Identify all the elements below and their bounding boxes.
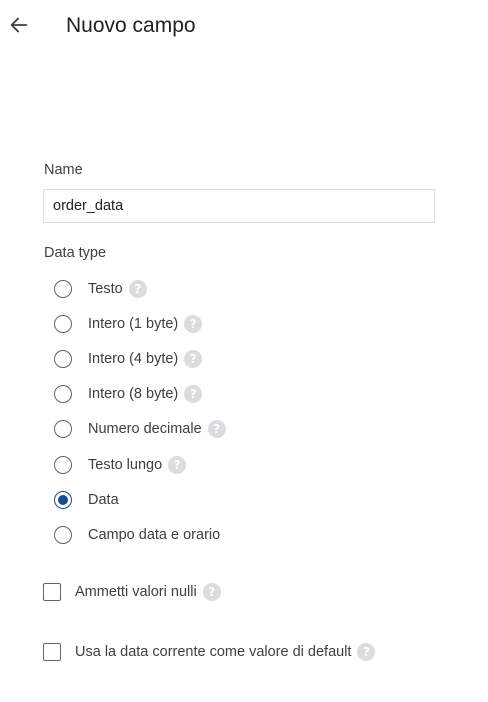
default-current-date-option[interactable]: Usa la data corrente come valore di defa… <box>43 643 376 661</box>
radio-button[interactable] <box>54 525 72 544</box>
default-current-date-checkbox[interactable] <box>43 643 61 661</box>
radio-label: Data <box>88 491 119 508</box>
help-icon[interactable]: ? <box>357 643 376 661</box>
radio-label: Numero decimale <box>88 421 202 438</box>
radio-option-intero-8-byte[interactable]: Intero (8 byte) ? <box>54 377 474 412</box>
radio-label: Testo <box>88 280 123 297</box>
help-icon[interactable]: ? <box>184 349 203 368</box>
radio-button[interactable] <box>54 314 72 333</box>
radio-label: Intero (4 byte) <box>88 350 179 367</box>
help-icon[interactable]: ? <box>184 385 203 404</box>
radio-option-numero-decimale[interactable]: Numero decimale ? <box>54 412 474 447</box>
radio-label: Campo data e orario <box>88 526 221 543</box>
name-label: Name <box>44 162 83 178</box>
arrow-left-icon <box>10 17 28 33</box>
default-current-date-label: Usa la data corrente come valore di defa… <box>75 644 352 660</box>
help-icon[interactable]: ? <box>202 583 221 601</box>
radio-label: Intero (1 byte) <box>88 315 179 332</box>
help-icon[interactable]: ? <box>207 420 226 439</box>
data-type-radio-group: Testo ? Intero (1 byte) ? Intero (4 byte… <box>54 271 474 553</box>
radio-button[interactable] <box>54 279 72 298</box>
radio-option-intero-1-byte[interactable]: Intero (1 byte) ? <box>54 306 474 341</box>
allow-null-option[interactable]: Ammetti valori nulli ? <box>43 583 221 601</box>
radio-option-campo-data-e-orario[interactable]: Campo data e orario <box>54 517 474 552</box>
allow-null-label: Ammetti valori nulli <box>75 584 197 600</box>
radio-option-data[interactable]: Data <box>54 482 474 517</box>
radio-option-intero-4-byte[interactable]: Intero (4 byte) ? <box>54 341 474 376</box>
header: Nuovo campo <box>0 0 488 52</box>
radio-button[interactable] <box>54 455 72 474</box>
radio-option-testo[interactable]: Testo ? <box>54 271 474 306</box>
radio-button-selected[interactable] <box>54 490 72 509</box>
help-icon[interactable]: ? <box>184 314 203 333</box>
radio-button[interactable] <box>54 349 72 368</box>
data-type-label: Data type <box>44 245 107 261</box>
radio-button[interactable] <box>54 420 72 439</box>
back-button[interactable] <box>6 12 32 38</box>
page-title: Nuovo campo <box>66 14 196 37</box>
help-icon[interactable]: ? <box>128 279 147 298</box>
radio-button[interactable] <box>54 385 72 404</box>
radio-label: Testo lungo <box>88 456 163 473</box>
radio-option-testo-lungo[interactable]: Testo lungo ? <box>54 447 474 482</box>
name-input[interactable] <box>43 189 435 223</box>
radio-label: Intero (8 byte) <box>88 386 179 403</box>
help-icon[interactable]: ? <box>168 455 187 474</box>
allow-null-checkbox[interactable] <box>43 583 61 601</box>
